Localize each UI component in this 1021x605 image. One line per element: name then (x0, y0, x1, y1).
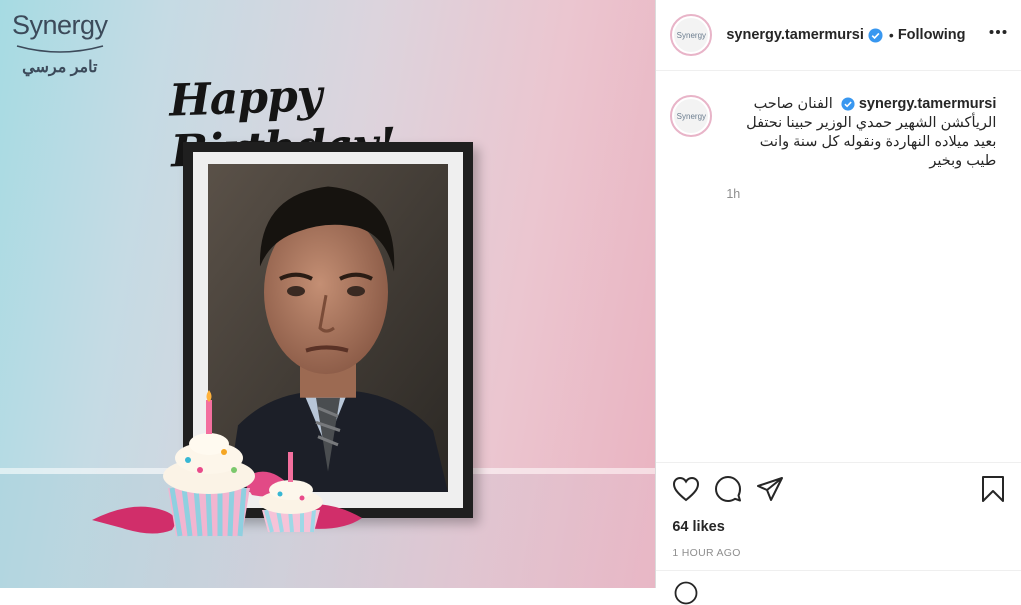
logo-swoosh-icon (16, 45, 103, 53)
post-image[interactable]: Synergy تامر مرسي Happy Birthday! (0, 0, 656, 588)
more-icon[interactable] (989, 22, 1007, 42)
avatar-logo: Synergy (674, 18, 709, 52)
comment-icon[interactable] (714, 475, 742, 503)
synergy-logo: Synergy تامر مرسي (12, 10, 108, 77)
add-comment-bar (656, 570, 1021, 605)
share-button[interactable] (756, 476, 784, 502)
like-button[interactable] (672, 476, 700, 502)
action-icons (672, 475, 1005, 503)
post-sidebar: Synergy synergy.tamermursi • Following S… (655, 0, 1021, 605)
caption-body: synergy.tamermursi الفنان صاحب الريأكشن … (726, 95, 996, 171)
likes-count[interactable]: 64 likes (672, 519, 1005, 535)
following-button[interactable]: Following (898, 27, 966, 43)
cupcakes-decoration (92, 390, 362, 537)
logo-latin-text: Synergy (12, 10, 108, 40)
verified-icon (868, 27, 883, 43)
caption-username[interactable]: synergy.tamermursi (859, 96, 997, 112)
instagram-post: Synergy تامر مرسي Happy Birthday! (0, 0, 1021, 605)
save-button[interactable] (981, 475, 1005, 503)
comment-button[interactable] (714, 475, 742, 503)
avatar[interactable]: Synergy (670, 14, 713, 56)
caption-avatar-logo: Synergy (674, 99, 709, 133)
heart-icon[interactable] (672, 476, 700, 502)
caption-time[interactable]: 1h (726, 185, 996, 204)
caption-content: synergy.tamermursi الفنان صاحب الريأكشن … (726, 95, 996, 204)
separator-dot: • (888, 27, 894, 43)
caption-avatar[interactable]: Synergy (670, 95, 713, 137)
post-header: Synergy synergy.tamermursi • Following (656, 0, 1021, 71)
post-timestamp[interactable]: 1 HOUR AGO (672, 547, 1005, 559)
logo-arabic-text: تامر مرسي (22, 59, 98, 76)
emoji-icon[interactable] (674, 581, 698, 605)
share-icon[interactable] (756, 476, 784, 502)
post-caption: Synergy synergy.tamermursi الفنان صاحب ا… (656, 71, 1021, 204)
bookmark-icon[interactable] (981, 475, 1005, 503)
caption-verified-icon (841, 97, 855, 111)
header-username[interactable]: synergy.tamermursi (726, 27, 864, 43)
post-actions: 64 likes 1 HOUR AGO (656, 462, 1021, 559)
